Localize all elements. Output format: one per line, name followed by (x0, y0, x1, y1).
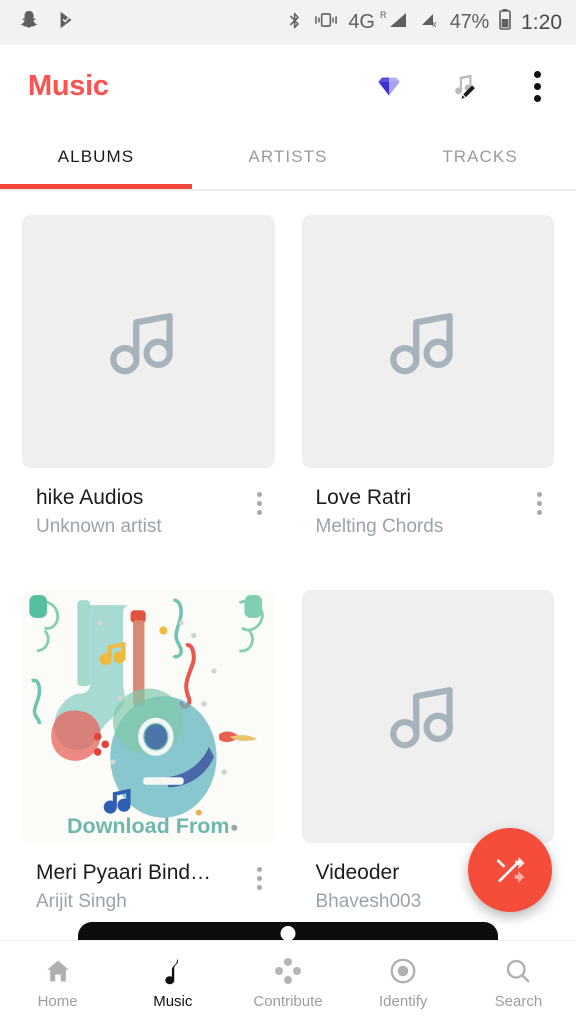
playlist-edit-icon[interactable] (446, 70, 480, 104)
album-text: hike Audios Unknown artist (36, 485, 247, 540)
nav-label-search: Search (494, 992, 543, 1010)
svg-text:x: x (432, 19, 437, 29)
tab-tracks[interactable]: TRACKS (384, 128, 576, 189)
music-note-placeholder-icon (389, 687, 453, 749)
music-note-icon (158, 956, 188, 986)
nav-label-music: Music (153, 992, 193, 1010)
battery-icon (498, 8, 512, 37)
app-bar-actions (372, 70, 554, 104)
signal-bars-sim1-icon: R (380, 9, 408, 36)
album-artist: Arijit Singh (36, 891, 127, 913)
music-note-placeholder-icon (110, 312, 174, 374)
active-tab-indicator (0, 184, 192, 189)
network-type-label: 4G (348, 11, 375, 33)
album-card[interactable]: Download From Meri Pyaari Bind… Arijit S… (22, 589, 275, 915)
album-overflow-icon[interactable] (526, 485, 552, 515)
nav-item-music[interactable]: Music (115, 941, 230, 1024)
now-playing-bar-peek[interactable] (78, 922, 498, 941)
nav-label-contribute: Contribute (253, 992, 323, 1010)
album-title: hike Audios (36, 486, 144, 509)
album-overflow-icon[interactable] (247, 860, 273, 890)
battery-percent-label: 47% (449, 11, 490, 33)
identify-target-icon (388, 956, 418, 986)
nav-label-home: Home (37, 992, 78, 1010)
nav-item-contribute[interactable]: Contribute (230, 941, 345, 1024)
overflow-menu-icon[interactable] (520, 70, 554, 104)
album-card[interactable]: hike Audios Unknown artist (22, 215, 275, 540)
tab-artists[interactable]: ARTISTS (192, 128, 384, 189)
vibrate-icon (313, 10, 339, 35)
page-title: Music (28, 70, 109, 102)
now-playing-handle (280, 926, 296, 941)
home-icon (43, 956, 73, 986)
app-bar: Music (0, 45, 576, 128)
shuffle-fab[interactable] (468, 828, 552, 912)
app-screen: 4G R x 47% 1:20 Music ALBUMS ARTISTS TRA… (0, 0, 576, 1024)
album-title: Meri Pyaari Bind… (36, 860, 212, 884)
clock-label: 1:20 (521, 10, 562, 34)
album-meta: hike Audios Unknown artist (22, 468, 275, 540)
check-flag-icon (56, 9, 78, 36)
album-art-placeholder[interactable] (301, 589, 554, 843)
music-note-placeholder-icon (389, 312, 453, 374)
album-meta: Love Ratri Melting Chords (302, 468, 555, 540)
albums-grid-container[interactable]: hike Audios Unknown artist Love Ratri Me… (0, 191, 576, 940)
album-card[interactable]: Love Ratri Melting Chords (301, 215, 555, 540)
album-title: Love Ratri (315, 486, 412, 509)
bluetooth-icon (285, 9, 304, 37)
album-art-placeholder[interactable] (22, 215, 275, 468)
album-artist: Melting Chords (315, 516, 444, 538)
album-meta: Meri Pyaari Bind… Arijit Singh (22, 843, 275, 915)
status-bar-indicators: 4G R x 47% 1:20 (285, 8, 562, 37)
bottom-navigation: Home Music Contribute Identify Search (0, 940, 576, 1024)
premium-gem-icon[interactable] (372, 70, 406, 104)
album-overflow-icon[interactable] (247, 485, 273, 515)
album-artist: Unknown artist (36, 516, 162, 538)
status-bar-notifications (18, 9, 78, 36)
guitars-artwork-image: Download From (22, 589, 275, 843)
shuffle-icon (496, 857, 525, 883)
status-bar: 4G R x 47% 1:20 (0, 0, 576, 45)
svg-text:R: R (380, 10, 387, 20)
albums-grid-row-1: hike Audios Unknown artist Love Ratri Me… (0, 191, 576, 540)
nav-item-search[interactable]: Search (461, 941, 576, 1024)
search-icon (503, 956, 533, 986)
nav-item-home[interactable]: Home (0, 941, 115, 1024)
snapchat-ghost-icon (18, 9, 40, 36)
nav-item-identify[interactable]: Identify (346, 941, 461, 1024)
contribute-dots-icon (273, 956, 303, 986)
album-art-placeholder[interactable] (301, 215, 554, 468)
nav-label-identify: Identify (379, 992, 428, 1010)
tab-albums[interactable]: ALBUMS (0, 128, 192, 189)
signal-bars-sim2-no-service-icon: x (417, 9, 441, 36)
tab-bar: ALBUMS ARTISTS TRACKS (0, 128, 576, 191)
album-art-artwork[interactable]: Download From (22, 589, 275, 843)
album-text: Love Ratri Melting Chords (316, 485, 527, 540)
album-text: Meri Pyaari Bind… Arijit Singh (36, 860, 247, 915)
artwork-caption: Download From (67, 814, 229, 838)
